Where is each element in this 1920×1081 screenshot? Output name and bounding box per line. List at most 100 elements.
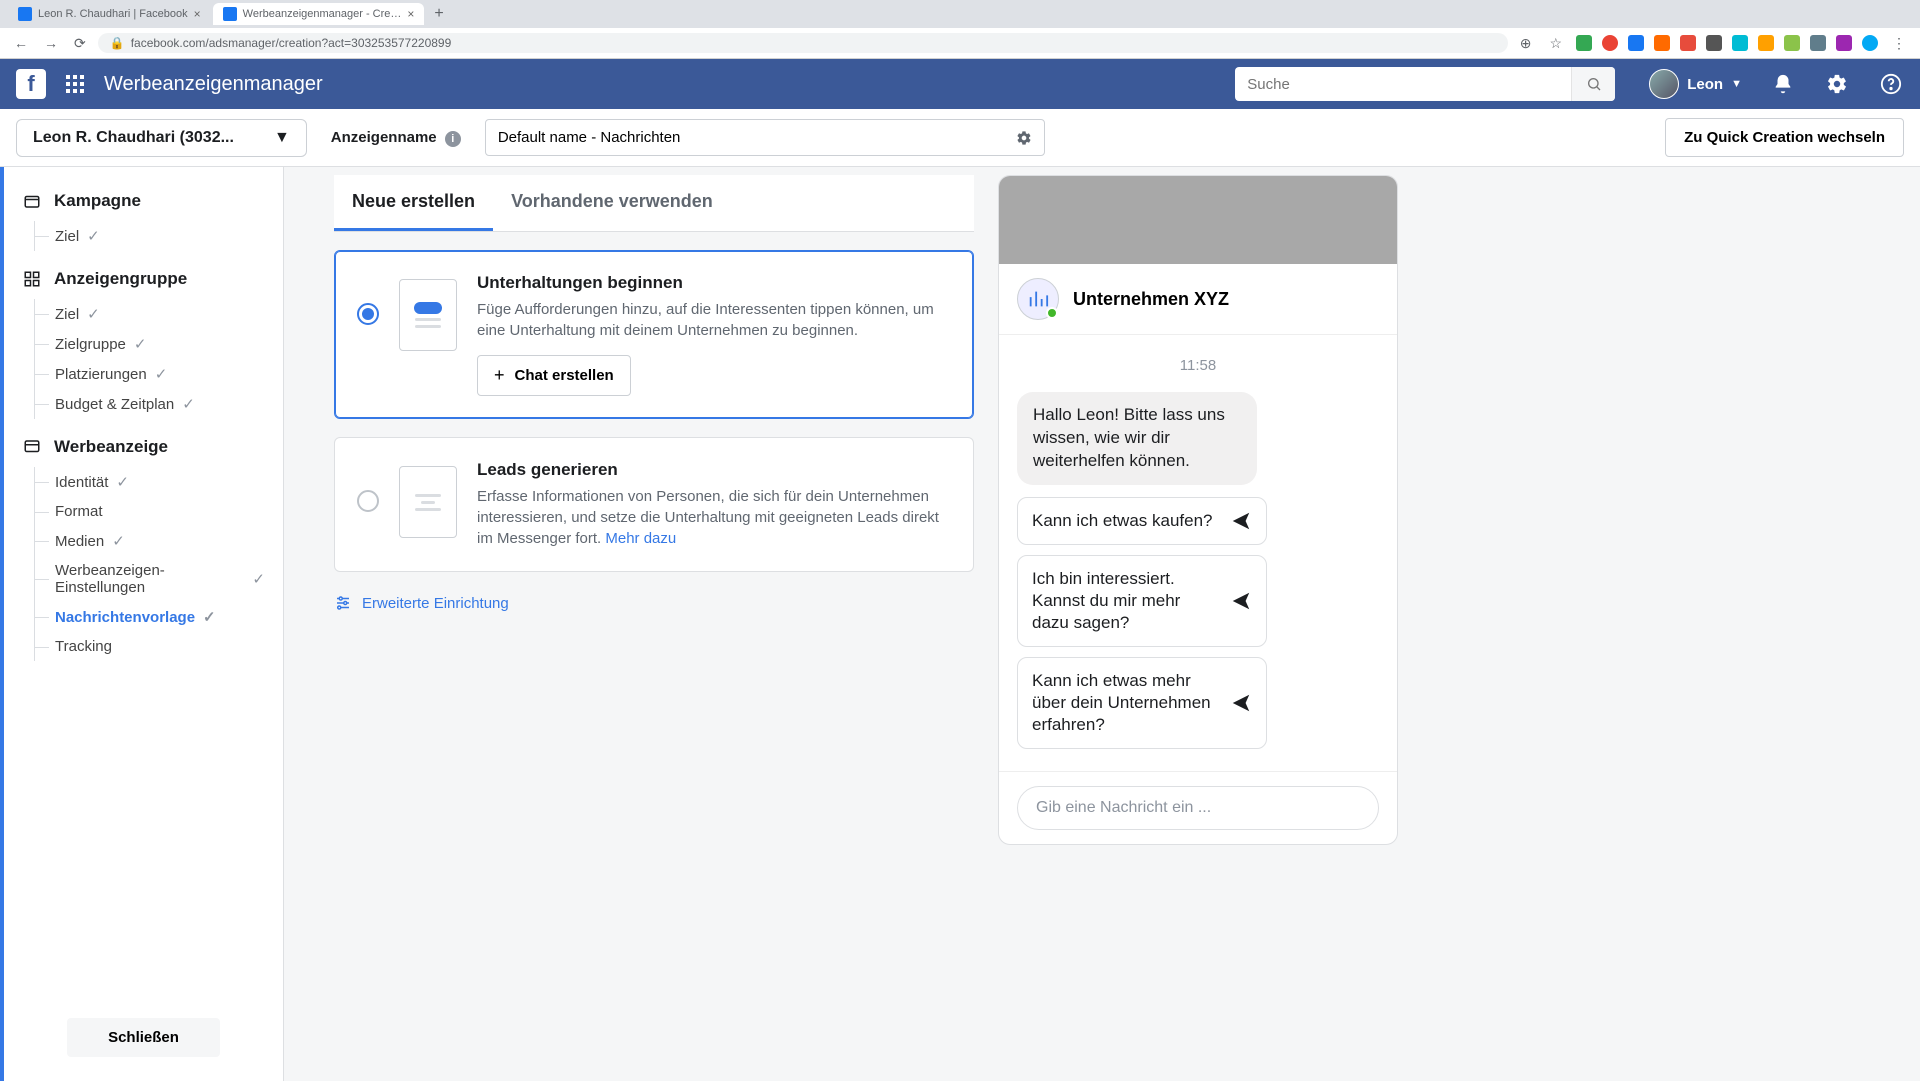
gear-icon[interactable] [1016,130,1032,146]
sidebar-head-ad[interactable]: Werbeanzeige [22,437,265,457]
facebook-logo-icon[interactable]: f [16,69,46,99]
more-link[interactable]: Mehr dazu [605,530,676,547]
check-icon: ✓ [87,227,100,245]
back-icon[interactable]: ← [10,35,32,51]
tab-title: Leon R. Chaudhari | Facebook [38,8,188,20]
chat-input-row: Gib eine Nachricht ein ... [999,771,1397,844]
extension-icon[interactable] [1706,35,1722,51]
sidebar-item-platzierungen[interactable]: Platzierungen✓ [35,359,265,389]
help-button[interactable] [1878,73,1904,95]
gear-icon [1826,73,1848,95]
browser-tab[interactable]: Leon R. Chaudhari | Facebook × [8,3,211,25]
new-tab-button[interactable]: + [426,5,451,23]
apps-grid-icon[interactable] [60,69,90,99]
sidebar-item-identitaet[interactable]: Identität✓ [35,467,265,497]
sidebar-head-campaign[interactable]: Kampagne [22,191,265,211]
extension-icon[interactable] [1576,35,1592,51]
card-conversations[interactable]: Unterhaltungen beginnen Füge Aufforderun… [334,250,974,419]
search-button[interactable] [1571,67,1615,101]
chat-timestamp: 11:58 [1017,357,1379,374]
user-menu[interactable]: Leon ▼ [1649,69,1742,99]
extension-icon[interactable] [1654,35,1670,51]
quick-reply[interactable]: Kann ich etwas kaufen? [1017,497,1267,545]
facebook-icon [223,7,237,21]
sidebar-group-ad: Werbeanzeige Identität✓ Format Medien✓ W… [4,437,283,679]
ad-name-value: Default name - Nachrichten [498,129,681,146]
sidebar-item-tracking[interactable]: Tracking [35,632,265,661]
illustration-icon [399,466,457,538]
online-dot-icon [1046,307,1058,319]
check-icon: ✓ [134,335,147,353]
search-input[interactable] [1235,76,1571,93]
extension-icon[interactable] [1680,35,1696,51]
url-text: facebook.com/adsmanager/creation?act=303… [131,36,452,50]
illustration-icon [399,279,457,351]
check-icon: ✓ [87,305,100,323]
check-icon: ✓ [182,395,195,413]
close-icon[interactable]: × [194,7,201,21]
search-icon [1586,76,1602,92]
browser-chrome: Leon R. Chaudhari | Facebook × Werbeanze… [0,0,1920,59]
sidebar-item-ad-settings[interactable]: Werbeanzeigen-Einstellungen✓ [35,556,265,602]
tab-use-existing[interactable]: Vorhandene verwenden [493,175,731,231]
info-icon[interactable]: i [445,131,461,147]
card-leads[interactable]: Leads generieren Erfasse Informationen v… [334,437,974,572]
quick-reply[interactable]: Kann ich etwas mehr über dein Unternehme… [1017,657,1267,749]
url-field[interactable]: 🔒 facebook.com/adsmanager/creation?act=3… [98,33,1508,53]
extension-icon[interactable] [1628,35,1644,51]
check-icon: ✓ [203,608,216,626]
advanced-setup-link[interactable]: Erweiterte Einrichtung [334,594,974,612]
star-icon[interactable]: ☆ [1545,35,1566,52]
menu-icon[interactable]: ⋮ [1888,35,1910,52]
extension-icon[interactable] [1836,35,1852,51]
extension-icon[interactable] [1732,35,1748,51]
secondary-bar: Leon R. Chaudhari (3032... ▼ Anzeigennam… [0,109,1920,167]
tab-create-new[interactable]: Neue erstellen [334,175,493,231]
radio-selected-icon[interactable] [357,303,379,325]
zoom-icon[interactable]: ⊕ [1516,35,1536,52]
extension-icon[interactable] [1862,35,1878,51]
tab-bar: Leon R. Chaudhari | Facebook × Werbeanze… [0,0,1920,28]
card-desc: Füge Aufforderungen hinzu, auf die Inter… [477,299,951,341]
extension-icon[interactable] [1758,35,1774,51]
notifications-button[interactable] [1770,73,1796,95]
browser-tab[interactable]: Werbeanzeigenmanager - Cre… × [213,3,425,25]
sidebar-item-ziel2[interactable]: Ziel✓ [35,299,265,329]
phone-cover [999,176,1397,264]
close-icon[interactable]: × [407,7,414,21]
sidebar-item-budget[interactable]: Budget & Zeitplan✓ [35,389,265,419]
help-icon [1880,73,1902,95]
sidebar-item-ziel[interactable]: Ziel ✓ [35,221,265,251]
quick-reply[interactable]: Ich bin interessiert. Kannst du mir mehr… [1017,555,1267,647]
account-name: Leon R. Chaudhari (3032... [33,129,234,147]
extension-icon[interactable] [1784,35,1800,51]
sidebar-group-campaign: Kampagne Ziel ✓ [4,191,283,269]
quick-creation-button[interactable]: Zu Quick Creation wechseln [1665,118,1904,157]
chat-header: Unternehmen XYZ [999,264,1397,335]
radio-unselected-icon[interactable] [357,490,379,512]
send-icon [1230,590,1252,612]
sidebar-item-zielgruppe[interactable]: Zielgruppe✓ [35,329,265,359]
close-button[interactable]: Schließen [67,1018,220,1057]
sidebar-item-nachrichtenvorlage[interactable]: Nachrichtenvorlage✓ [35,602,265,632]
avatar [1649,69,1679,99]
account-dropdown[interactable]: Leon R. Chaudhari (3032... ▼ [16,119,307,157]
sidebar-item-medien[interactable]: Medien✓ [35,526,265,556]
app-title: Werbeanzeigenmanager [104,73,323,96]
bell-icon [1772,73,1794,95]
forward-icon[interactable]: → [40,35,62,51]
create-chat-button[interactable]: + Chat erstellen [477,355,631,396]
sidebar-head-adset[interactable]: Anzeigengruppe [22,269,265,289]
chart-icon [1027,288,1049,310]
sidebar-group-adset: Anzeigengruppe Ziel✓ Zielgruppe✓ Platzie… [4,269,283,437]
settings-button[interactable] [1824,73,1850,95]
check-icon: ✓ [112,532,125,550]
card-title: Leads generieren [477,460,951,480]
chat-input[interactable]: Gib eine Nachricht ein ... [1017,786,1379,830]
reload-icon[interactable]: ⟳ [70,35,90,52]
extension-icon[interactable] [1810,35,1826,51]
ad-name-input[interactable]: Default name - Nachrichten [485,119,1045,156]
sidebar-item-format[interactable]: Format [35,497,265,526]
check-icon: ✓ [116,473,129,491]
extension-icon[interactable] [1602,35,1618,51]
